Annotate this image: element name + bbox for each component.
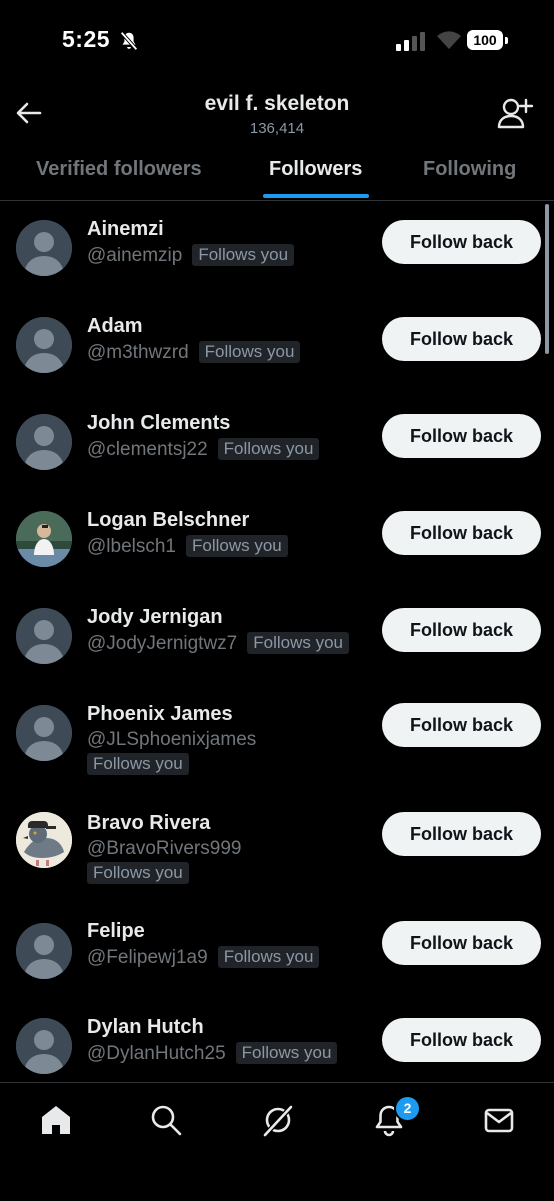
follower-handle-line: @JLSphoenixjames <box>87 729 256 751</box>
status-time: 5:25 <box>62 26 111 52</box>
default-avatar-icon <box>16 220 72 276</box>
home-icon[interactable] <box>39 1103 73 1137</box>
follower-handle: @clementsj22 <box>87 439 208 460</box>
follow-back-button[interactable]: Follow back <box>382 608 541 652</box>
wifi-icon <box>437 31 461 49</box>
notification-count-badge: 2 <box>394 1095 421 1122</box>
tab-verified-followers[interactable]: Verified followers <box>36 146 202 200</box>
follow-back-button[interactable]: Follow back <box>382 414 541 458</box>
follower-handle: @JodyJernigtwz7 <box>87 633 238 654</box>
avatar[interactable] <box>16 1018 72 1074</box>
follower-name: Logan Belschner <box>87 509 250 531</box>
search-icon[interactable] <box>149 1103 183 1137</box>
tab-following[interactable]: Following <box>423 146 516 200</box>
follows-you-badge: Follows you <box>235 1042 338 1064</box>
follower-handle-line: @ainemzip Follows you <box>87 244 295 267</box>
follow-tabs: Verified followers Followers Following <box>0 146 554 201</box>
messages-icon[interactable] <box>482 1103 516 1137</box>
follower-handle: @DylanHutch25 <box>87 1043 226 1064</box>
follower-name: Phoenix James <box>87 703 233 725</box>
follower-count: 136,414 <box>249 120 305 137</box>
avatar[interactable] <box>16 705 72 761</box>
cellular-signal-icon <box>396 32 425 51</box>
follow-back-button[interactable]: Follow back <box>382 921 541 965</box>
follower-handle: @Felipewj1a9 <box>87 947 208 968</box>
follows-you-badge: Follows you <box>217 946 320 968</box>
avatar[interactable] <box>16 317 72 373</box>
default-avatar-icon <box>16 1018 72 1074</box>
follows-you-badge: Follows you <box>247 632 350 654</box>
avatar[interactable] <box>16 511 72 567</box>
default-avatar-icon <box>16 705 72 761</box>
status-bar: 5:25 100 <box>0 0 554 84</box>
battery-indicator: 100 <box>467 30 509 52</box>
follower-handle-line: @m3thwzrd Follows you <box>87 341 301 364</box>
follow-back-button[interactable]: Follow back <box>382 511 541 555</box>
default-avatar-icon <box>16 317 72 373</box>
follow-back-button[interactable]: Follow back <box>382 812 541 856</box>
follows-you-badge: Follows you <box>186 535 288 557</box>
follower-handle-line: @Felipewj1a9 Follows you <box>87 946 320 969</box>
profile-photo-icon <box>16 511 72 567</box>
follower-name: Adam <box>87 315 143 337</box>
follows-you-badge: Follows you <box>87 862 189 884</box>
follows-you-badge: Follows you <box>217 438 320 460</box>
tab-followers[interactable]: Followers <box>269 146 362 200</box>
follow-back-button[interactable]: Follow back <box>382 1018 541 1062</box>
follower-handle: @m3thwzrd <box>87 342 189 363</box>
avatar[interactable] <box>16 608 72 664</box>
follower-name: Ainemzi <box>87 218 164 240</box>
follower-handle: @lbelsch1 <box>87 536 176 557</box>
scrollbar[interactable] <box>545 204 549 354</box>
battery-level: 100 <box>467 30 503 50</box>
follow-back-button[interactable]: Follow back <box>382 317 541 361</box>
avatar[interactable] <box>16 812 72 868</box>
follower-name: Bravo Rivera <box>87 812 211 834</box>
follower-name: John Clements <box>87 412 231 434</box>
follows-you-badge: Follows you <box>87 753 189 775</box>
bell-muted-icon <box>120 31 138 51</box>
follower-name: Felipe <box>87 920 145 942</box>
follow-back-button[interactable]: Follow back <box>382 703 541 747</box>
profile-name: evil f. skeleton <box>204 92 350 115</box>
follower-name: Jody Jernigan <box>87 606 223 628</box>
followers-list: Ainemzi @ainemzip Follows you Follow back… <box>0 200 554 1080</box>
follower-handle-line: @DylanHutch25 Follows you <box>87 1042 338 1065</box>
active-tab-indicator <box>263 194 369 198</box>
pigeon-photo-icon <box>16 812 72 868</box>
follower-handle: @BravoRivers999 <box>87 838 242 859</box>
follower-handle: @ainemzip <box>87 245 183 266</box>
default-avatar-icon <box>16 608 72 664</box>
default-avatar-icon <box>16 414 72 470</box>
add-user-icon[interactable] <box>496 96 534 132</box>
grok-icon[interactable] <box>261 1103 295 1137</box>
follower-handle: @JLSphoenixjames <box>87 729 257 750</box>
default-avatar-icon <box>16 923 72 979</box>
avatar[interactable] <box>16 923 72 979</box>
follower-handle-line: @clementsj22 Follows you <box>87 438 320 461</box>
bottom-nav: 2 <box>0 1082 554 1201</box>
follower-handle-line: @JodyJernigtwz7 Follows you <box>87 632 350 655</box>
follower-handle-line: @BravoRivers999 <box>87 838 241 860</box>
follower-handle-line: @lbelsch1 Follows you <box>87 535 288 558</box>
follow-back-button[interactable]: Follow back <box>382 220 541 264</box>
follows-you-badge: Follows you <box>198 341 301 363</box>
battery-tip <box>505 37 508 44</box>
page-header: evil f. skeleton 136,414 <box>0 84 554 146</box>
follower-name: Dylan Hutch <box>87 1016 204 1038</box>
follows-you-badge: Follows you <box>192 244 295 266</box>
avatar[interactable] <box>16 220 72 276</box>
avatar[interactable] <box>16 414 72 470</box>
